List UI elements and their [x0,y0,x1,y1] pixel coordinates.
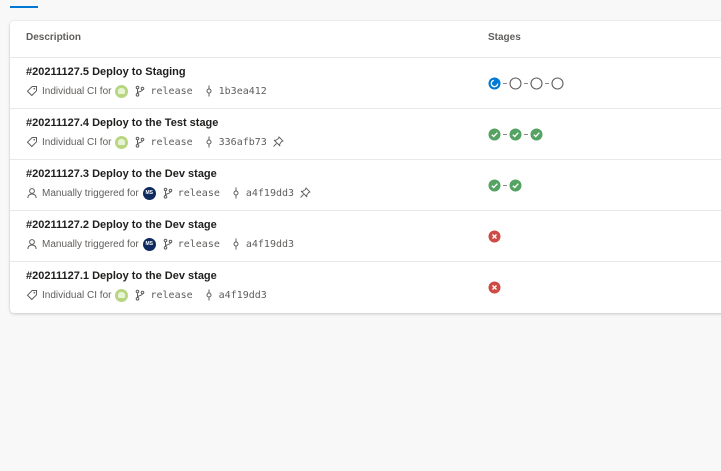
pin-icon[interactable] [272,136,284,148]
stage-success-icon[interactable] [488,179,501,192]
trigger-text: Individual CI for [42,136,112,148]
stage-indicators[interactable] [488,127,543,141]
trigger-text: Manually triggered for [42,187,139,199]
commit-id[interactable]: a4f19dd3 [246,188,294,199]
commit-icon [203,289,215,301]
branch-name[interactable]: release [150,137,192,148]
commit-icon [230,187,242,199]
commit-id[interactable]: 336afb73 [219,137,267,148]
table-row[interactable]: #20211127.4 Deploy to the Test stage Ind… [10,109,721,160]
stage-failed-icon[interactable] [488,281,501,294]
run-meta: Manually triggered for MS release a4f19d… [26,237,294,251]
stage-indicators[interactable] [488,229,501,243]
tag-icon [26,136,38,148]
commit-id[interactable]: 1b3ea412 [219,86,267,97]
stage-failed-icon[interactable] [488,230,501,243]
tag-icon [26,289,38,301]
person-icon [26,238,38,250]
avatar: MS [142,186,156,200]
branch-icon [162,238,174,250]
pin-icon[interactable] [299,187,311,199]
stage-indicators[interactable] [488,280,501,294]
stage-running-icon[interactable] [488,77,501,90]
run-meta: Individual CI for release 336afb73 [26,135,288,149]
branch-icon [162,187,174,199]
table-row[interactable]: #20211127.1 Deploy to the Dev stage Indi… [10,262,721,312]
branch-icon [134,136,146,148]
stage-indicators[interactable] [488,178,522,192]
run-title[interactable]: #20211127.5 Deploy to Staging [26,66,186,78]
branch-name[interactable]: release [150,290,192,301]
stage-success-icon[interactable] [488,128,501,141]
person-icon [26,187,38,199]
runs-table: Description Stages #20211127.5 Deploy to… [10,21,721,313]
stage-indicators[interactable] [488,76,564,90]
commit-icon [203,136,215,148]
table-row[interactable]: #20211127.5 Deploy to Staging Individual… [10,58,721,109]
run-title[interactable]: #20211127.4 Deploy to the Test stage [26,117,218,129]
stage-pending-icon[interactable] [509,76,522,90]
table-row[interactable]: #20211127.2 Deploy to the Dev stage Manu… [10,211,721,262]
run-meta: Manually triggered for MS release a4f19d… [26,186,315,200]
trigger-text: Individual CI for [42,85,112,97]
trigger-text: Individual CI for [42,289,112,301]
stage-success-icon[interactable] [530,128,543,141]
commit-id[interactable]: a4f19dd3 [219,290,267,301]
table-row[interactable]: #20211127.3 Deploy to the Dev stage Manu… [10,160,721,211]
stage-pending-icon[interactable] [551,76,564,90]
stage-pending-icon[interactable] [530,76,543,90]
branch-icon [134,289,146,301]
column-header-description: Description [26,32,82,43]
branch-name[interactable]: release [178,188,220,199]
run-title[interactable]: #20211127.2 Deploy to the Dev stage [26,219,217,231]
stage-success-icon[interactable] [509,128,522,141]
branch-name[interactable]: release [150,86,192,97]
run-meta: Individual CI for release a4f19dd3 [26,288,267,302]
avatar [115,84,129,98]
commit-icon [203,85,215,97]
stage-success-icon[interactable] [509,179,522,192]
commit-icon [230,238,242,250]
avatar: MS [142,237,156,251]
branch-name[interactable]: release [178,239,220,250]
trigger-text: Manually triggered for [42,238,139,250]
table-header: Description Stages [10,21,721,58]
active-tab-indicator [10,6,38,8]
avatar [115,135,129,149]
tag-icon [26,85,38,97]
avatar [115,288,129,302]
column-header-stages: Stages [488,32,521,43]
run-meta: Individual CI for release 1b3ea412 [26,84,267,98]
run-title[interactable]: #20211127.3 Deploy to the Dev stage [26,168,217,180]
branch-icon [134,85,146,97]
commit-id[interactable]: a4f19dd3 [246,239,294,250]
run-title[interactable]: #20211127.1 Deploy to the Dev stage [26,270,217,282]
